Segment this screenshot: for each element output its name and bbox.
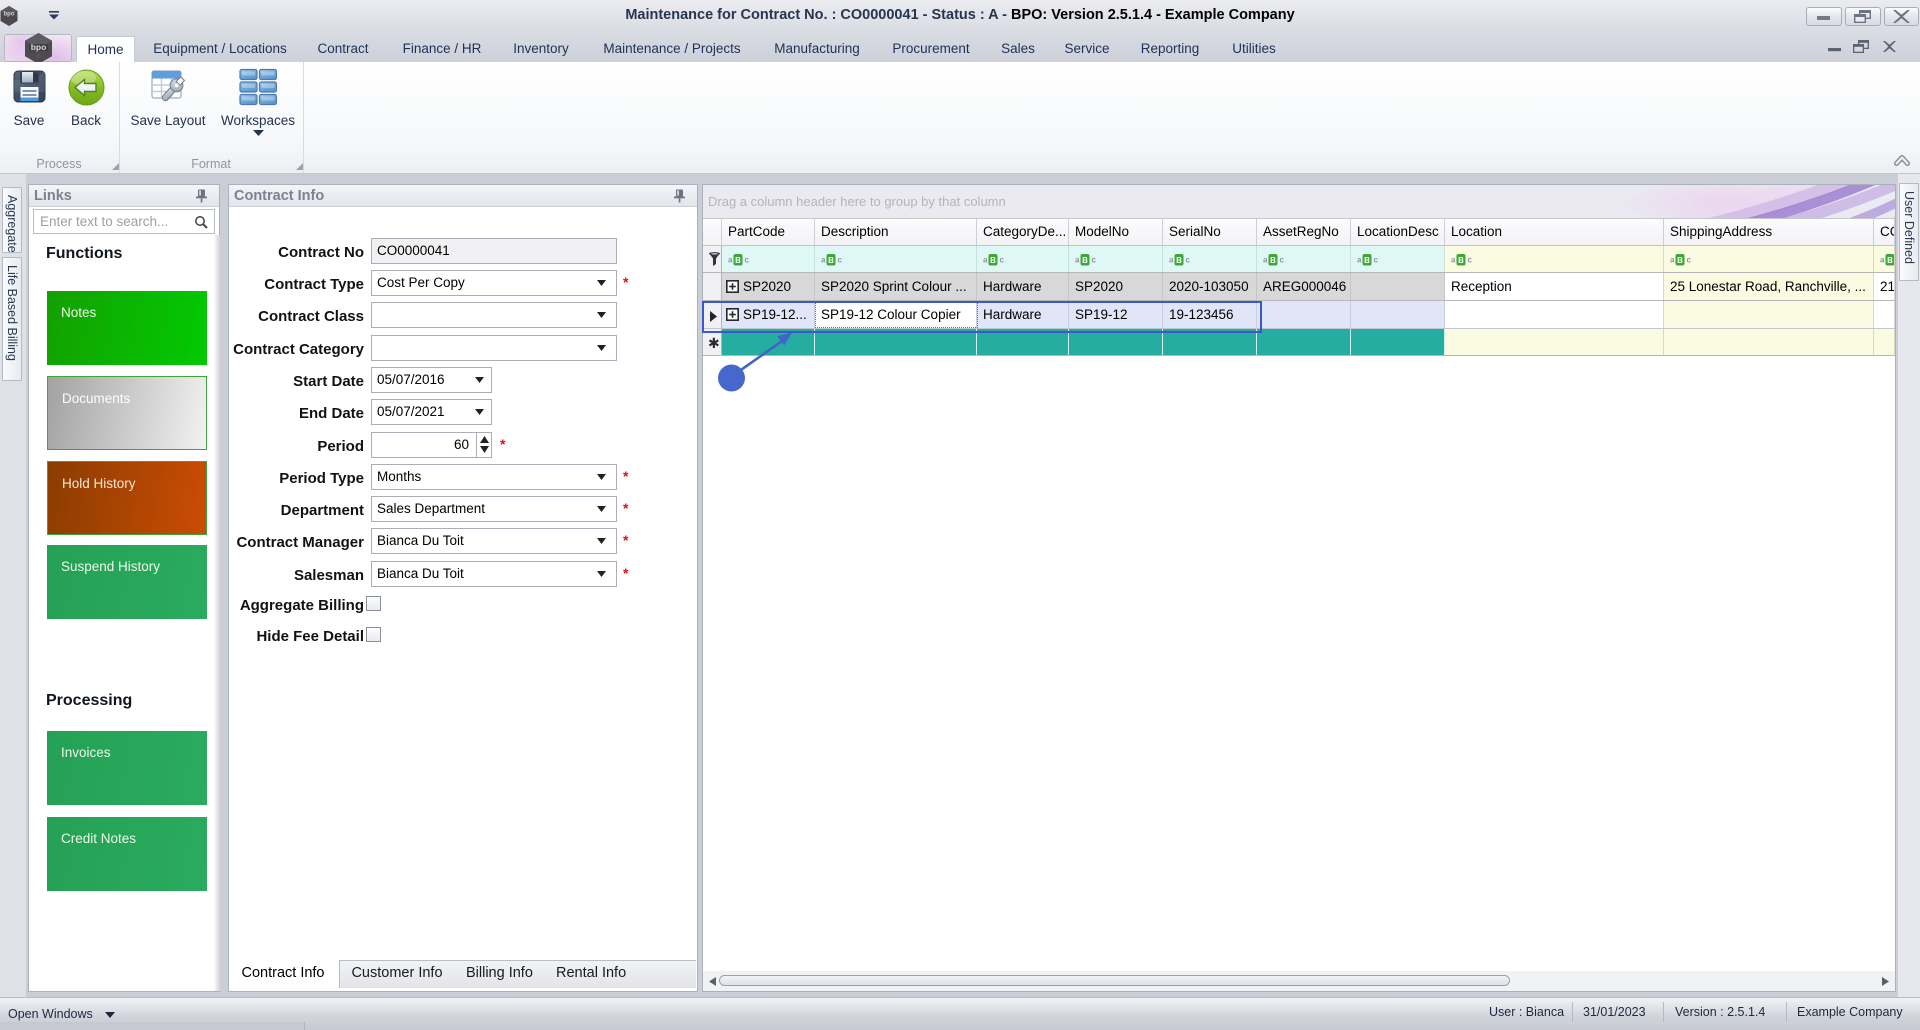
svg-text:c: c	[1468, 256, 1473, 265]
svg-text:c: c	[1280, 256, 1285, 265]
svg-text:B: B	[735, 256, 741, 265]
svg-text:c: c	[745, 256, 750, 265]
svg-text:a: a	[1451, 256, 1456, 265]
svg-text:B: B	[1176, 256, 1182, 265]
svg-text:B: B	[1082, 256, 1088, 265]
svg-text:a: a	[1670, 256, 1675, 265]
svg-text:B: B	[990, 256, 996, 265]
svg-text:c: c	[1000, 256, 1005, 265]
svg-text:a: a	[821, 256, 826, 265]
svg-text:B: B	[1887, 256, 1893, 265]
svg-text:B: B	[1677, 256, 1683, 265]
svg-text:c: c	[1092, 256, 1097, 265]
svg-text:c: c	[1374, 256, 1379, 265]
svg-text:a: a	[728, 256, 733, 265]
svg-text:B: B	[828, 256, 834, 265]
svg-text:a: a	[1880, 256, 1885, 265]
svg-text:a: a	[1169, 256, 1174, 265]
svg-text:a: a	[1263, 256, 1268, 265]
svg-text:B: B	[1364, 256, 1370, 265]
svg-text:c: c	[1186, 256, 1191, 265]
svg-text:B: B	[1270, 256, 1276, 265]
svg-text:○: ○	[36, 52, 41, 61]
svg-text:c: c	[1687, 256, 1692, 265]
svg-text:B: B	[1458, 256, 1464, 265]
svg-text:c: c	[838, 256, 843, 265]
svg-text:a: a	[1357, 256, 1362, 265]
svg-text:a: a	[1075, 256, 1080, 265]
svg-text:a: a	[983, 256, 988, 265]
